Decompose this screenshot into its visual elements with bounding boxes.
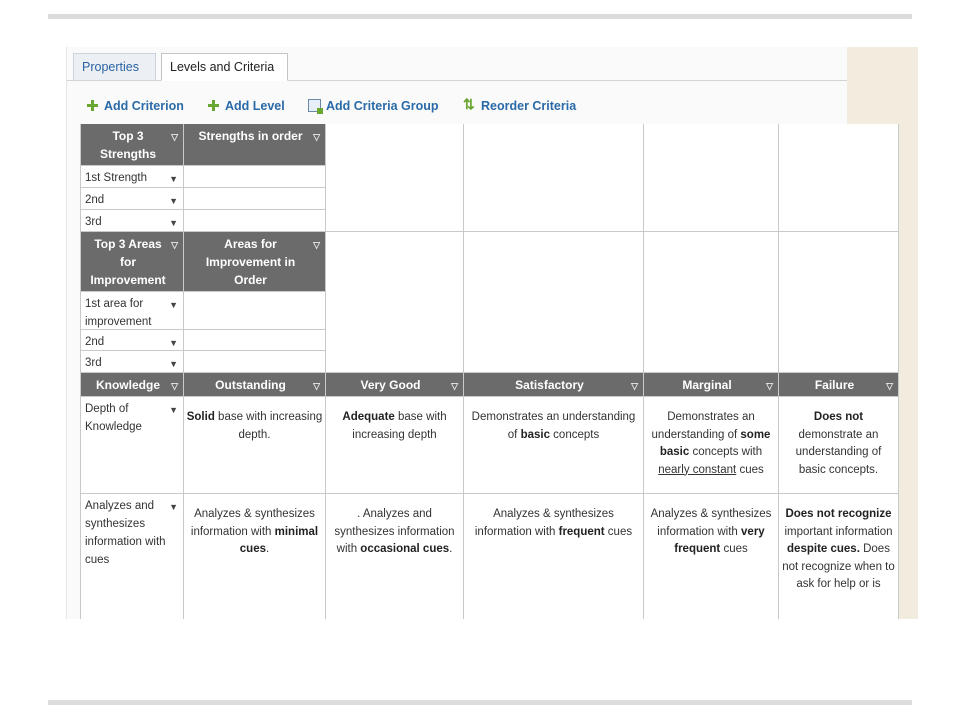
criterion-row[interactable]: 3rd ▼ (80, 210, 184, 232)
menu-caret-icon[interactable]: ▽ (171, 377, 178, 395)
level-cell[interactable]: Demonstrates an understanding of some ba… (644, 397, 779, 494)
level-header-outstanding[interactable]: Outstanding ▽ (184, 373, 326, 397)
menu-caret-icon[interactable]: ▽ (631, 377, 638, 395)
criterion-row-depth-of-knowledge[interactable]: Depth of Knowledge ▼ (80, 397, 184, 494)
top-divider (48, 14, 912, 19)
level-cell[interactable]: Analyzes & synthesizes information with … (464, 494, 644, 619)
bottom-divider (48, 700, 912, 705)
dropdown-icon[interactable]: ▼ (169, 192, 178, 210)
tab-levels-and-criteria[interactable]: Levels and Criteria (161, 53, 288, 81)
level-header-failure[interactable]: Failure ▽ (779, 373, 899, 397)
group-header-improvement[interactable]: Top 3 Areas for Improvement ▽ (80, 232, 184, 292)
add-criterion-button[interactable]: Add Criterion (86, 99, 184, 113)
rubric-grid: Top 3 Strengths ▽ Strengths in order ▽ 1st… (80, 124, 899, 619)
criterion-row[interactable]: 3rd ▼ (80, 351, 184, 373)
criterion-row-analyzes[interactable]: Analyzes and synthesizes information wit… (80, 494, 184, 619)
criteria-group-icon (308, 99, 323, 114)
add-icon (207, 99, 220, 112)
criterion-row[interactable]: 2nd ▼ (80, 188, 184, 210)
add-criteria-group-button[interactable]: Add Criteria Group (308, 99, 439, 114)
level-cell[interactable]: Demonstrates an understanding of basic c… (464, 397, 644, 494)
level-cell[interactable]: Does not recognize important information… (779, 494, 899, 619)
dropdown-icon[interactable]: ▼ (169, 334, 178, 352)
dropdown-icon[interactable]: ▼ (169, 214, 178, 232)
reorder-icon (463, 96, 476, 113)
menu-caret-icon[interactable]: ▽ (313, 128, 320, 146)
dropdown-icon[interactable]: ▼ (169, 296, 178, 314)
level-cell[interactable]: Analyzes & synthesizes information with … (644, 494, 779, 619)
add-level-button[interactable]: Add Level (207, 99, 285, 113)
level-header-marginal[interactable]: Marginal ▽ (644, 373, 779, 397)
level-cell[interactable]: Analyzes & synthesizes information with … (184, 494, 326, 619)
level-cell[interactable]: Does not demonstrate an understanding of… (779, 397, 899, 494)
criterion-row[interactable]: 1st area for improvement ▼ (80, 292, 184, 330)
menu-caret-icon[interactable]: ▽ (171, 236, 178, 254)
menu-caret-icon[interactable]: ▽ (766, 377, 773, 395)
menu-caret-icon[interactable]: ▽ (451, 377, 458, 395)
menu-caret-icon[interactable]: ▽ (313, 377, 320, 395)
dropdown-icon[interactable]: ▼ (169, 355, 178, 373)
reorder-criteria-button[interactable]: Reorder Criteria (463, 96, 576, 113)
group-header-strengths[interactable]: Top 3 Strengths ▽ (80, 124, 184, 166)
group-header-knowledge[interactable]: Knowledge ▽ (80, 373, 184, 397)
dropdown-icon[interactable]: ▼ (169, 170, 178, 188)
level-cell[interactable]: . Analyzes and synthesizes information w… (326, 494, 464, 619)
level-header-strengths[interactable]: Strengths in order ▽ (184, 124, 326, 166)
level-cell[interactable]: Solid base with increasing depth. (184, 397, 326, 494)
menu-caret-icon[interactable]: ▽ (171, 128, 178, 146)
level-header-very-good[interactable]: Very Good ▽ (326, 373, 464, 397)
criterion-row[interactable]: 1st Strength ▼ (80, 166, 184, 188)
tab-properties[interactable]: Properties (73, 53, 156, 80)
dropdown-icon[interactable]: ▼ (169, 401, 178, 419)
menu-caret-icon[interactable]: ▽ (313, 236, 320, 254)
level-header-satisfactory[interactable]: Satisfactory ▽ (464, 373, 644, 397)
level-cell[interactable]: Adequate base with increasing depth (326, 397, 464, 494)
rubric-editor: Properties Levels and Criteria Add Crite… (66, 47, 918, 619)
dropdown-icon[interactable]: ▼ (169, 498, 178, 516)
criterion-row[interactable]: 2nd ▼ (80, 330, 184, 351)
add-icon (86, 99, 99, 112)
level-header-improvement[interactable]: Areas for Improvement in Order ▽ (184, 232, 326, 292)
menu-caret-icon[interactable]: ▽ (886, 377, 893, 395)
